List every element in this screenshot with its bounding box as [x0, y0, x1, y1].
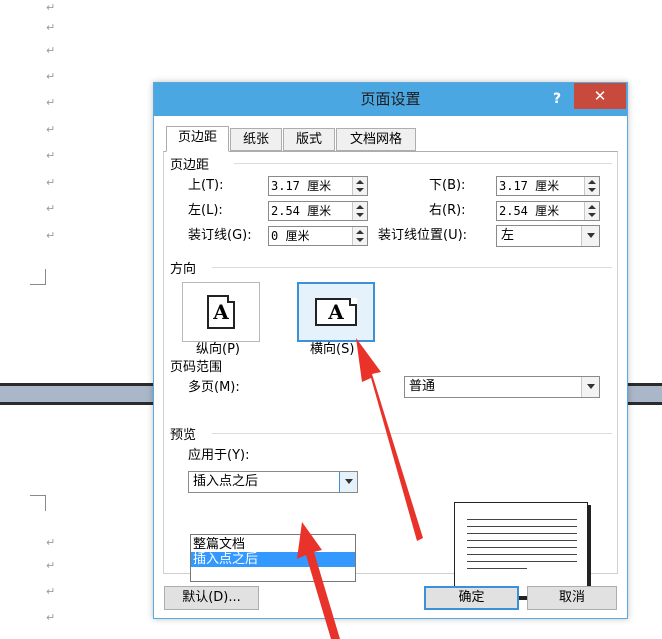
paragraph-mark: ↵ [46, 1, 56, 14]
dropdown-option-whole-document[interactable]: 整篇文档 [191, 537, 355, 552]
spinner-arrows-icon[interactable] [352, 202, 367, 220]
paragraph-mark: ↵ [46, 44, 56, 57]
portrait-option[interactable]: A [182, 282, 260, 342]
paragraph-mark: ↵ [46, 21, 56, 34]
margin-corner-marker [30, 269, 46, 285]
left-margin-value: 2.54 厘米 [271, 204, 332, 218]
margin-corner-marker [30, 495, 46, 511]
apply-to-value: 插入点之后 [193, 474, 259, 489]
paragraph-mark: ↵ [46, 611, 56, 624]
right-margin-spinner[interactable]: 2.54 厘米 [496, 201, 600, 221]
spinner-arrows-icon[interactable] [584, 202, 599, 220]
multiple-pages-select[interactable]: 普通 [404, 376, 600, 398]
spinner-arrows-icon[interactable] [352, 227, 367, 245]
tab-paper[interactable]: 纸张 [230, 128, 282, 151]
apply-to-dropdown-list: 整篇文档 插入点之后 [190, 534, 356, 582]
gutter-spinner[interactable]: 0 厘米 [268, 226, 368, 246]
right-margin-value: 2.54 厘米 [499, 204, 560, 218]
gutter-value: 0 厘米 [271, 229, 310, 243]
multiple-pages-label: 多页(M): [188, 380, 240, 395]
paragraph-mark: ↵ [46, 585, 56, 598]
group-divider [212, 267, 612, 268]
bottom-margin-label: 下(B): [429, 178, 466, 193]
group-divider [234, 163, 612, 164]
paragraph-mark: ↵ [46, 70, 56, 83]
top-margin-label: 上(T): [188, 178, 224, 193]
apply-to-select[interactable]: 插入点之后 [188, 471, 358, 493]
multiple-pages-value: 普通 [409, 379, 436, 394]
chevron-down-icon[interactable] [581, 377, 599, 397]
group-divider [212, 433, 612, 434]
top-margin-value: 3.17 厘米 [271, 179, 332, 193]
cancel-button[interactable]: 取消 [527, 586, 617, 610]
gutter-position-select[interactable]: 左 [496, 225, 600, 247]
dialog-body: 页边距 纸张 版式 文档网格 页边距 上(T): 3.17 厘米 下(B): 3… [159, 116, 622, 613]
gutter-position-label: 装订线位置(U): [378, 228, 468, 243]
paragraph-mark: ↵ [46, 96, 56, 109]
tab-document-grid[interactable]: 文档网格 [336, 128, 416, 151]
paragraph-mark: ↵ [46, 176, 56, 189]
ok-button[interactable]: 确定 [424, 586, 519, 610]
apply-to-label: 应用于(Y): [188, 448, 250, 463]
gutter-label: 装订线(G): [188, 228, 252, 243]
page-preview [454, 502, 588, 597]
paragraph-mark: ↵ [46, 559, 56, 572]
chevron-down-icon[interactable] [581, 226, 599, 246]
pages-group-title: 页码范围 [170, 356, 227, 375]
preview-group-title: 预览 [170, 424, 201, 443]
tab-margins[interactable]: 页边距 [166, 126, 229, 152]
help-button[interactable]: ? [544, 87, 570, 111]
tab-layout[interactable]: 版式 [283, 128, 335, 151]
landscape-glyph: A [328, 300, 344, 324]
bottom-margin-spinner[interactable]: 3.17 厘米 [496, 176, 600, 196]
paragraph-mark: ↵ [46, 123, 56, 136]
portrait-glyph: A [213, 300, 229, 324]
gutter-position-value: 左 [501, 228, 515, 243]
left-margin-label: 左(L): [188, 203, 223, 218]
right-margin-label: 右(R): [429, 203, 466, 218]
orientation-group-title: 方向 [170, 258, 201, 277]
landscape-option[interactable]: A [297, 282, 375, 342]
spinner-arrows-icon[interactable] [584, 177, 599, 195]
spinner-arrows-icon[interactable] [352, 177, 367, 195]
paragraph-mark: ↵ [46, 536, 56, 549]
chevron-down-icon[interactable] [339, 472, 357, 492]
landscape-label[interactable]: 横向(S) [310, 340, 354, 360]
dropdown-option-after-insertion[interactable]: 插入点之后 [191, 552, 355, 567]
portrait-page-icon: A [207, 295, 235, 329]
paragraph-mark: ↵ [46, 229, 56, 242]
top-margin-spinner[interactable]: 3.17 厘米 [268, 176, 368, 196]
margins-group-title: 页边距 [170, 154, 214, 173]
margins-tab-panel: 页边距 上(T): 3.17 厘米 下(B): 3.17 厘米 左(L): 2.… [163, 151, 618, 597]
page-setup-dialog: 页面设置 ? ✕ 页边距 纸张 版式 文档网格 页边距 上(T): 3.17 厘… [153, 82, 628, 619]
left-margin-spinner[interactable]: 2.54 厘米 [268, 201, 368, 221]
dialog-titlebar[interactable]: 页面设置 ? ✕ [154, 83, 627, 116]
close-button[interactable]: ✕ [574, 83, 626, 109]
paragraph-mark: ↵ [46, 149, 56, 162]
landscape-page-icon: A [315, 298, 357, 326]
paragraph-mark: ↵ [46, 202, 56, 215]
set-default-button[interactable]: 默认(D)... [164, 586, 259, 610]
bottom-margin-value: 3.17 厘米 [499, 179, 560, 193]
